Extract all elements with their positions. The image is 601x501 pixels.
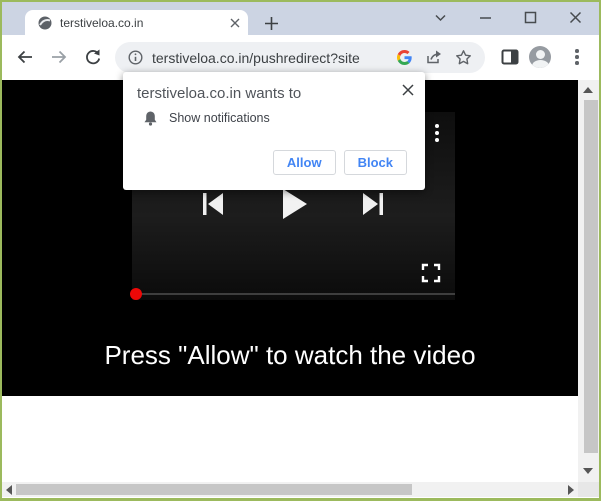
progress-handle[interactable]	[130, 288, 142, 300]
tab-title: terstiveloa.co.in	[60, 16, 230, 30]
browser-menu-icon[interactable]	[570, 48, 584, 66]
popup-buttons: Allow Block	[273, 150, 407, 175]
profile-avatar-icon[interactable]	[529, 46, 551, 68]
google-g-icon	[397, 50, 412, 65]
avatar-body	[532, 60, 549, 68]
bookmark-star-icon[interactable]	[455, 49, 472, 66]
new-tab-icon[interactable]	[263, 15, 279, 31]
browser-tab[interactable]: terstiveloa.co.in	[25, 10, 248, 35]
horizontal-scrollbar[interactable]	[2, 482, 578, 497]
address-bar[interactable]: terstiveloa.co.in/pushredirect?site	[115, 42, 485, 73]
scroll-left-icon[interactable]	[6, 485, 12, 495]
scroll-down-icon[interactable]	[583, 468, 593, 474]
block-button[interactable]: Block	[344, 150, 407, 175]
vertical-scroll-thumb[interactable]	[584, 100, 598, 453]
progress-bar[interactable]	[136, 293, 455, 295]
horizontal-scroll-thumb[interactable]	[16, 484, 412, 495]
scroll-up-icon[interactable]	[583, 87, 593, 93]
player-menu-icon[interactable]	[435, 124, 439, 142]
window-minimize-icon[interactable]	[477, 9, 493, 25]
popup-title: terstiveloa.co.in wants to	[137, 85, 301, 102]
previous-track-icon[interactable]	[203, 193, 223, 215]
popup-close-icon[interactable]	[402, 84, 414, 96]
window-maximize-icon[interactable]	[522, 9, 538, 25]
reload-icon[interactable]	[84, 48, 102, 66]
share-icon[interactable]	[425, 49, 442, 66]
tab-close-icon[interactable]	[230, 18, 240, 28]
allow-button[interactable]: Allow	[273, 150, 336, 175]
scrollbar-corner	[578, 482, 599, 497]
play-icon[interactable]	[283, 189, 307, 219]
side-panel-icon[interactable]	[501, 48, 519, 66]
permission-row: Show notifications	[143, 110, 270, 126]
window-chevron-icon[interactable]	[432, 9, 448, 25]
scroll-right-icon[interactable]	[568, 485, 574, 495]
tab-strip: terstiveloa.co.in	[2, 2, 599, 35]
permission-label: Show notifications	[169, 111, 270, 125]
browser-window: terstiveloa.co.in	[0, 0, 601, 501]
back-icon[interactable]	[16, 48, 34, 66]
avatar-head	[536, 50, 545, 59]
globe-favicon	[38, 16, 52, 30]
site-info-icon[interactable]	[128, 50, 143, 65]
url-text: terstiveloa.co.in/pushredirect?site	[152, 50, 384, 66]
forward-icon[interactable]	[50, 48, 68, 66]
next-track-icon[interactable]	[363, 193, 383, 215]
notification-permission-popup: terstiveloa.co.in wants to Show notifica…	[123, 72, 425, 190]
fullscreen-icon[interactable]	[421, 263, 441, 283]
page-message: Press "Allow" to watch the video	[2, 340, 578, 371]
bell-icon	[143, 110, 158, 126]
vertical-scrollbar[interactable]	[578, 80, 599, 482]
window-close-icon[interactable]	[567, 9, 583, 25]
